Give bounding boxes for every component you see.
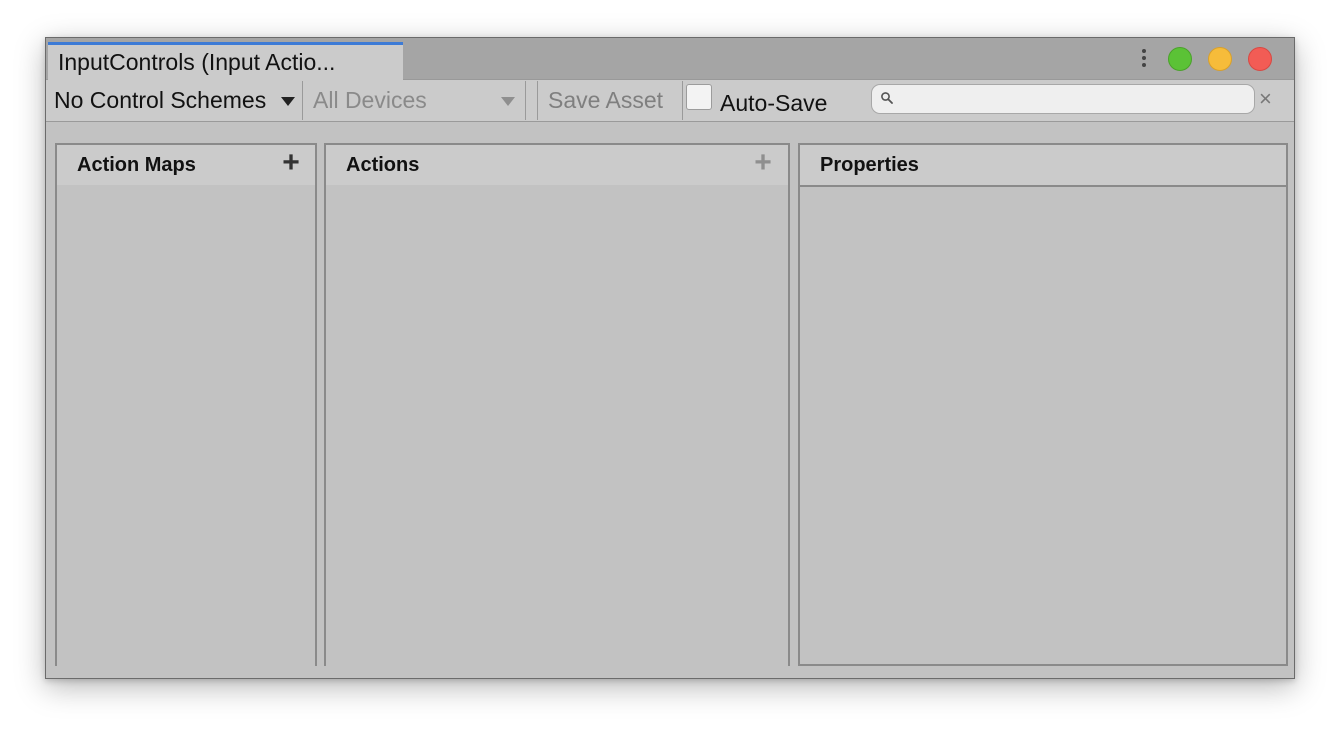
properties-pane: Properties xyxy=(798,143,1288,666)
add-action-button[interactable]: + xyxy=(750,148,776,178)
properties-title: Properties xyxy=(820,154,919,176)
chevron-down-icon xyxy=(281,97,295,106)
search-field[interactable] xyxy=(871,84,1255,114)
search-input[interactable] xyxy=(900,87,1244,113)
control-scheme-dropdown[interactable]: No Control Schemes xyxy=(48,81,303,120)
search-icon xyxy=(881,92,893,104)
add-action-map-button[interactable]: + xyxy=(278,148,304,178)
close-button[interactable] xyxy=(1248,47,1272,71)
auto-save-checkbox[interactable] xyxy=(686,84,712,110)
auto-save-label: Auto-Save xyxy=(720,90,828,116)
control-scheme-label: No Control Schemes xyxy=(54,87,267,113)
minimize-button[interactable] xyxy=(1208,47,1232,71)
properties-header: Properties xyxy=(800,145,1286,187)
save-asset-label: Save Asset xyxy=(548,87,664,113)
toolbar: No Control Schemes All Devices Save Asse… xyxy=(46,80,1294,122)
tab-input-controls[interactable]: InputControls (Input Actio... xyxy=(48,42,403,80)
save-asset-button[interactable]: Save Asset xyxy=(537,81,683,120)
action-maps-header: Action Maps + xyxy=(57,145,315,185)
input-actions-window: InputControls (Input Actio... No Control… xyxy=(45,37,1295,679)
chevron-down-icon xyxy=(501,97,515,106)
actions-title: Actions xyxy=(346,154,420,176)
action-maps-pane: Action Maps + xyxy=(55,143,317,666)
actions-header: Actions + xyxy=(326,145,788,185)
tab-title: InputControls (Input Actio... xyxy=(58,49,336,75)
devices-dropdown[interactable]: All Devices xyxy=(306,81,526,120)
close-icon[interactable]: × xyxy=(1259,86,1272,112)
action-maps-title: Action Maps xyxy=(77,154,196,176)
tab-bar: InputControls (Input Actio... xyxy=(46,38,1294,80)
actions-pane: Actions + xyxy=(324,143,790,666)
devices-label: All Devices xyxy=(313,87,427,113)
more-menu-icon[interactable] xyxy=(1139,47,1149,73)
maximize-button[interactable] xyxy=(1168,47,1192,71)
